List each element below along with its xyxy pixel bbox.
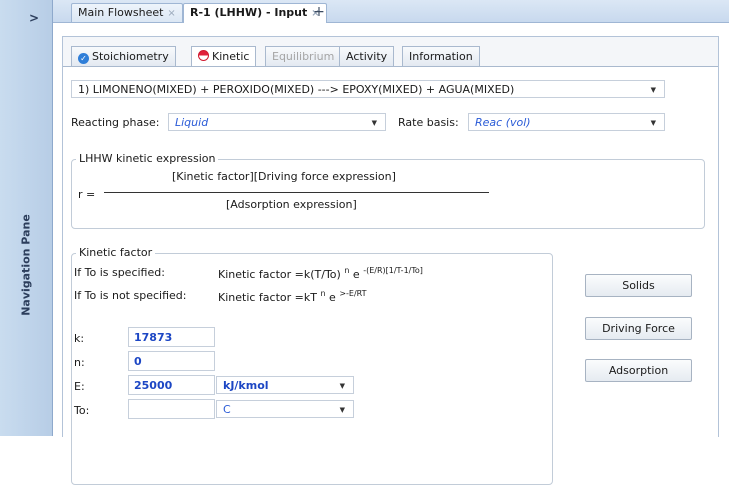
- lhhw-group-title: LHHW kinetic expression: [76, 152, 219, 165]
- add-tab-icon[interactable]: +: [311, 3, 327, 21]
- tab-equilibrium[interactable]: Equilibrium: [265, 46, 342, 66]
- solids-button[interactable]: Solids: [585, 274, 692, 297]
- half-circle-icon: [198, 50, 209, 61]
- tab-label: Kinetic: [212, 50, 250, 63]
- chevron-down-icon: ▼: [650, 119, 656, 127]
- kinetic-factor-group: Kinetic factor If To is specified: Kinet…: [71, 246, 553, 485]
- fraction-bar: [104, 192, 489, 193]
- tab-label: Equilibrium: [272, 50, 335, 63]
- to-input[interactable]: [128, 399, 215, 419]
- tab-r1-input[interactable]: R-1 (LHHW) - Input ×: [183, 3, 327, 23]
- chevron-down-icon: ▼: [339, 406, 345, 414]
- document-tab-bar: Main Flowsheet × R-1 (LHHW) - Input × +: [53, 0, 729, 23]
- rate-basis-value: Reac (vol): [475, 116, 531, 129]
- tab-label: Activity: [346, 50, 388, 63]
- rate-basis-select[interactable]: Reac (vol) ▼: [468, 113, 665, 131]
- lhhw-kinetic-expression-group: LHHW kinetic expression r = [Kinetic fac…: [71, 152, 705, 229]
- rate-symbol: r =: [78, 188, 96, 201]
- chevron-down-icon: ▼: [371, 119, 377, 127]
- e-unit-select[interactable]: kJ/kmol ▼: [216, 376, 354, 394]
- tab-stoichiometry[interactable]: ✓ Stoichiometry: [71, 46, 176, 66]
- lhhw-denominator: [Adsorption expression]: [226, 198, 357, 211]
- n-label: n:: [74, 356, 85, 369]
- tab-label: Main Flowsheet: [78, 6, 164, 19]
- navigation-pane[interactable]: > Navigation Pane: [0, 0, 53, 436]
- tab-main-flowsheet[interactable]: Main Flowsheet ×: [71, 3, 183, 22]
- check-circle-icon: ✓: [78, 53, 89, 64]
- reaction-select-value: 1) LIMONENO(MIXED) + PEROXIDO(MIXED) ---…: [78, 83, 515, 96]
- to-unit-value: C: [223, 403, 231, 416]
- expand-arrow-icon[interactable]: >: [29, 11, 39, 25]
- tab-activity[interactable]: Activity: [339, 46, 395, 66]
- tab-label: R-1 (LHHW) - Input: [190, 6, 308, 19]
- sub-tab-bar: ✓ Stoichiometry Kinetic Equilibrium Activ…: [63, 46, 718, 67]
- reacting-phase-select[interactable]: Liquid ▼: [168, 113, 386, 131]
- chevron-down-icon: ▼: [650, 86, 656, 94]
- reactor-input-form: ✓ Stoichiometry Kinetic Equilibrium Activ…: [62, 36, 719, 485]
- reaction-select[interactable]: 1) LIMONENO(MIXED) + PEROXIDO(MIXED) ---…: [71, 80, 665, 98]
- e-label: E:: [74, 380, 85, 393]
- n-input[interactable]: 0: [128, 351, 215, 371]
- kinetic-factor-group-title: Kinetic factor: [76, 246, 156, 259]
- to-label: To:: [74, 404, 90, 417]
- formula-to-specified: Kinetic factor =k(T/To) n e -(E/R)[1/T-1…: [218, 266, 423, 281]
- if-to-specified-label: If To is specified:: [74, 266, 165, 279]
- tab-information[interactable]: Information: [402, 46, 480, 66]
- driving-force-button[interactable]: Driving Force: [585, 317, 692, 340]
- reacting-phase-label: Reacting phase:: [71, 116, 160, 129]
- e-input[interactable]: 25000: [128, 375, 215, 395]
- to-unit-select[interactable]: C ▼: [216, 400, 354, 418]
- formula-to-not-specified: Kinetic factor =kT n e >-E/RT: [218, 289, 367, 304]
- k-label: k:: [74, 332, 85, 345]
- tab-label: Information: [409, 50, 473, 63]
- tab-kinetic[interactable]: Kinetic: [191, 46, 257, 67]
- adsorption-button[interactable]: Adsorption: [585, 359, 692, 382]
- kinetic-panel: 1) LIMONENO(MIXED) + PEROXIDO(MIXED) ---…: [63, 66, 718, 485]
- close-icon[interactable]: ×: [167, 8, 175, 19]
- e-unit-value: kJ/kmol: [223, 379, 269, 392]
- k-input[interactable]: 17873: [128, 327, 215, 347]
- rate-basis-label: Rate basis:: [398, 116, 459, 129]
- if-to-not-specified-label: If To is not specified:: [74, 289, 187, 302]
- chevron-down-icon: ▼: [339, 382, 345, 390]
- navigation-pane-label: Navigation Pane: [19, 214, 33, 316]
- lhhw-numerator: [Kinetic factor][Driving force expressio…: [172, 170, 396, 183]
- tab-label: Stoichiometry: [92, 50, 169, 63]
- reacting-phase-value: Liquid: [175, 116, 209, 129]
